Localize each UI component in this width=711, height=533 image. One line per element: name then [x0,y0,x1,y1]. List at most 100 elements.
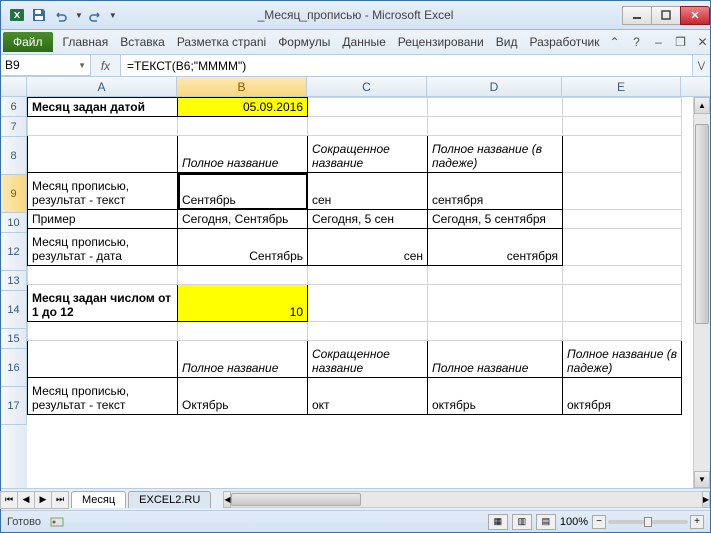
cell-A17[interactable]: Месяц прописью, результат - текст [28,378,178,415]
doc-close-icon[interactable]: ✕ [693,33,711,51]
cell-E15[interactable] [563,322,682,341]
maximize-button[interactable] [651,6,681,25]
cell-C17[interactable]: окт [308,378,428,415]
cell-B17[interactable]: Октябрь [178,378,308,415]
row-header-14[interactable]: 14 [1,291,27,329]
cell-B14[interactable]: 10 [178,285,308,322]
cell-B7[interactable] [178,117,308,136]
formula-bar-expand-icon[interactable]: ⋁ [692,55,710,76]
undo-icon[interactable] [51,5,71,25]
tab-review[interactable]: Рецензировани [392,31,490,53]
zoom-out-button[interactable]: − [592,515,606,529]
cell-B15[interactable] [178,322,308,341]
minimize-ribbon-icon[interactable]: ⌃ [605,33,623,51]
cell-D8[interactable]: Полное название (в падеже) [428,136,563,173]
cell-E9[interactable] [563,173,682,210]
cell-D13[interactable] [428,266,563,285]
cell-D14[interactable] [428,285,563,322]
horizontal-scrollbar[interactable]: ◀ ▶ [223,491,710,508]
cell-D15[interactable] [428,322,563,341]
cell-E17[interactable]: октября [563,378,682,415]
cell-E10[interactable] [563,210,682,229]
cell-A12[interactable]: Месяц прописью, результат - дата [28,229,178,266]
fx-button[interactable]: fx [91,55,121,76]
cell-C14[interactable] [308,285,428,322]
cell-D6[interactable] [428,98,563,117]
zoom-slider[interactable] [608,520,688,524]
close-button[interactable] [680,6,710,25]
view-page-break-icon[interactable]: ▤ [536,514,556,530]
sheet-tab-2[interactable]: EXCEL2.RU [128,491,211,508]
row-header-17[interactable]: 17 [1,387,27,425]
cell-C15[interactable] [308,322,428,341]
tab-nav-prev-icon[interactable]: ◀ [17,491,35,509]
scroll-left-icon[interactable]: ◀ [223,491,231,508]
cell-B13[interactable] [178,266,308,285]
cell-D16[interactable]: Полное название [428,341,563,378]
cell-D7[interactable] [428,117,563,136]
view-page-layout-icon[interactable]: ▥ [512,514,532,530]
tab-nav-last-icon[interactable]: ⏭ [51,491,69,509]
cell-A10[interactable]: Пример [28,210,178,229]
cell-E13[interactable] [563,266,682,285]
cell-C6[interactable] [308,98,428,117]
tab-page-layout[interactable]: Разметка страni [171,31,272,53]
excel-icon[interactable] [7,5,27,25]
col-header-C[interactable]: C [307,77,427,96]
cell-B9[interactable]: Сентябрь [178,173,308,210]
cells-table[interactable]: Месяц задан датой 05.09.2016 Полное назв… [27,97,682,415]
cell-A14[interactable]: Месяц задан числом от 1 до 12 [28,285,178,322]
cell-B12[interactable]: Сентябрь [178,229,308,266]
col-header-B[interactable]: B [177,77,307,96]
cell-B10[interactable]: Сегодня, Сентябрь [178,210,308,229]
tab-home[interactable]: Главная [57,31,115,53]
row-header-15[interactable]: 15 [1,329,27,349]
vertical-scrollbar[interactable]: ▲ ▼ [693,97,710,488]
col-header-D[interactable]: D [427,77,562,96]
save-icon[interactable] [29,5,49,25]
zoom-slider-thumb[interactable] [644,517,652,527]
col-header-A[interactable]: A [27,77,177,96]
row-header-12[interactable]: 12 [1,233,27,271]
scroll-thumb-v[interactable] [695,124,709,324]
cell-A6[interactable]: Месяц задан датой [28,98,178,117]
redo-icon[interactable] [85,5,105,25]
doc-minimize-icon[interactable]: – [649,33,667,51]
cell-E16[interactable]: Полное название (в падеже) [563,341,682,378]
cell-E6[interactable] [563,98,682,117]
cell-A9[interactable]: Месяц прописью, результат - текст [28,173,178,210]
tab-data[interactable]: Данные [336,31,391,53]
row-header-9[interactable]: 9 [1,175,27,213]
cell-C9[interactable]: сен [308,173,428,210]
cell-B8[interactable]: Полное название [178,136,308,173]
undo-dropdown-icon[interactable]: ▼ [75,11,83,20]
sheet-tab-active[interactable]: Месяц [71,491,126,508]
cell-E14[interactable] [563,285,682,322]
zoom-in-button[interactable]: + [690,515,704,529]
scroll-up-icon[interactable]: ▲ [694,97,710,114]
name-box-dropdown-icon[interactable]: ▼ [78,61,86,70]
cell-A7[interactable] [28,117,178,136]
view-normal-icon[interactable]: ▦ [488,514,508,530]
qat-customize-icon[interactable]: ▼ [109,11,117,20]
name-box[interactable]: B9 ▼ [1,55,91,76]
row-header-6[interactable]: 6 [1,97,27,117]
cell-A13[interactable] [28,266,178,285]
macro-record-icon[interactable] [49,514,65,530]
doc-restore-icon[interactable]: ❐ [671,33,689,51]
cell-B16[interactable]: Полное название [178,341,308,378]
tab-insert[interactable]: Вставка [114,31,171,53]
col-header-E[interactable]: E [562,77,681,96]
cell-A8[interactable] [28,136,178,173]
select-all-corner[interactable] [1,77,27,96]
tab-nav-next-icon[interactable]: ▶ [34,491,52,509]
cell-D17[interactable]: октябрь [428,378,563,415]
cell-B6[interactable]: 05.09.2016 [178,98,308,117]
cell-E7[interactable] [563,117,682,136]
tab-nav-first-icon[interactable]: ⏮ [0,491,18,509]
row-header-16[interactable]: 16 [1,349,27,387]
scroll-right-icon[interactable]: ▶ [702,491,710,508]
scroll-thumb-h[interactable] [231,493,361,506]
row-header-7[interactable]: 7 [1,117,27,137]
tab-formulas[interactable]: Формулы [272,31,336,53]
